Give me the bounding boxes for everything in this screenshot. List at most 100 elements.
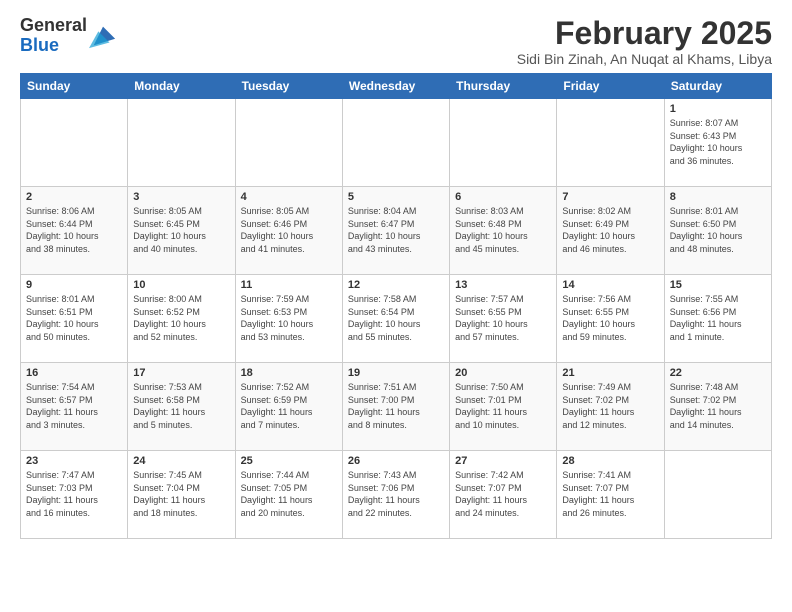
calendar-cell: 5 Sunrise: 8:04 AM Sunset: 6:47 PM Daylig… <box>342 187 449 275</box>
calendar-cell: 28 Sunrise: 7:41 AM Sunset: 7:07 PM Dayli… <box>557 451 664 539</box>
calendar-week-5: 23 Sunrise: 7:47 AM Sunset: 7:03 PM Dayli… <box>21 451 772 539</box>
day-info: Sunrise: 7:55 AM Sunset: 6:56 PM Dayligh… <box>670 293 766 343</box>
day-number: 13 <box>455 279 551 291</box>
day-info: Sunrise: 8:04 AM Sunset: 6:47 PM Dayligh… <box>348 205 444 255</box>
col-header-thursday: Thursday <box>450 74 557 99</box>
calendar-cell: 14 Sunrise: 7:56 AM Sunset: 6:55 PM Dayli… <box>557 275 664 363</box>
calendar-cell: 20 Sunrise: 7:50 AM Sunset: 7:01 PM Dayli… <box>450 363 557 451</box>
calendar-cell: 1 Sunrise: 8:07 AM Sunset: 6:43 PM Daylig… <box>664 99 771 187</box>
day-number: 26 <box>348 455 444 467</box>
calendar-cell: 18 Sunrise: 7:52 AM Sunset: 6:59 PM Dayli… <box>235 363 342 451</box>
day-number: 3 <box>133 191 229 203</box>
calendar-cell <box>342 99 449 187</box>
day-info: Sunrise: 7:45 AM Sunset: 7:04 PM Dayligh… <box>133 469 229 519</box>
day-info: Sunrise: 7:54 AM Sunset: 6:57 PM Dayligh… <box>26 381 122 431</box>
calendar-cell: 8 Sunrise: 8:01 AM Sunset: 6:50 PM Daylig… <box>664 187 771 275</box>
calendar-cell: 2 Sunrise: 8:06 AM Sunset: 6:44 PM Daylig… <box>21 187 128 275</box>
day-number: 5 <box>348 191 444 203</box>
calendar-cell <box>128 99 235 187</box>
col-header-wednesday: Wednesday <box>342 74 449 99</box>
calendar-cell: 17 Sunrise: 7:53 AM Sunset: 6:58 PM Dayli… <box>128 363 235 451</box>
day-number: 10 <box>133 279 229 291</box>
calendar-cell: 24 Sunrise: 7:45 AM Sunset: 7:04 PM Dayli… <box>128 451 235 539</box>
calendar-cell: 26 Sunrise: 7:43 AM Sunset: 7:06 PM Dayli… <box>342 451 449 539</box>
calendar-cell <box>450 99 557 187</box>
day-number: 4 <box>241 191 337 203</box>
calendar-cell: 9 Sunrise: 8:01 AM Sunset: 6:51 PM Daylig… <box>21 275 128 363</box>
calendar-week-1: 1 Sunrise: 8:07 AM Sunset: 6:43 PM Daylig… <box>21 99 772 187</box>
day-number: 6 <box>455 191 551 203</box>
day-number: 9 <box>26 279 122 291</box>
calendar-cell: 23 Sunrise: 7:47 AM Sunset: 7:03 PM Dayli… <box>21 451 128 539</box>
calendar-cell: 12Sunrise: 7:58 AM Sunset: 6:54 PM Dayli… <box>342 275 449 363</box>
day-number: 17 <box>133 367 229 379</box>
calendar-header-row: SundayMondayTuesdayWednesdayThursdayFrid… <box>21 74 772 99</box>
day-number: 8 <box>670 191 766 203</box>
day-info: Sunrise: 7:57 AM Sunset: 6:55 PM Dayligh… <box>455 293 551 343</box>
calendar-cell: 15 Sunrise: 7:55 AM Sunset: 6:56 PM Dayli… <box>664 275 771 363</box>
calendar-week-3: 9 Sunrise: 8:01 AM Sunset: 6:51 PM Daylig… <box>21 275 772 363</box>
col-header-sunday: Sunday <box>21 74 128 99</box>
day-number: 18 <box>241 367 337 379</box>
calendar-cell: 4 Sunrise: 8:05 AM Sunset: 6:46 PM Daylig… <box>235 187 342 275</box>
day-number: 7 <box>562 191 658 203</box>
day-number: 2 <box>26 191 122 203</box>
day-info: Sunrise: 8:05 AM Sunset: 6:46 PM Dayligh… <box>241 205 337 255</box>
day-info: Sunrise: 7:48 AM Sunset: 7:02 PM Dayligh… <box>670 381 766 431</box>
day-info: Sunrise: 8:00 AM Sunset: 6:52 PM Dayligh… <box>133 293 229 343</box>
calendar-cell: 6Sunrise: 8:03 AM Sunset: 6:48 PM Daylig… <box>450 187 557 275</box>
calendar-cell: 22Sunrise: 7:48 AM Sunset: 7:02 PM Dayli… <box>664 363 771 451</box>
calendar-cell <box>557 99 664 187</box>
day-info: Sunrise: 8:06 AM Sunset: 6:44 PM Dayligh… <box>26 205 122 255</box>
calendar-week-4: 16 Sunrise: 7:54 AM Sunset: 6:57 PM Dayli… <box>21 363 772 451</box>
header: General Blue February 2025 Sidi Bin Zina… <box>20 16 772 67</box>
day-number: 14 <box>562 279 658 291</box>
logo-blue: Blue <box>20 35 59 55</box>
calendar-cell: 27 Sunrise: 7:42 AM Sunset: 7:07 PM Dayli… <box>450 451 557 539</box>
day-number: 28 <box>562 455 658 467</box>
day-info: Sunrise: 8:02 AM Sunset: 6:49 PM Dayligh… <box>562 205 658 255</box>
day-number: 11 <box>241 279 337 291</box>
calendar-cell: 16 Sunrise: 7:54 AM Sunset: 6:57 PM Dayli… <box>21 363 128 451</box>
day-info: Sunrise: 7:41 AM Sunset: 7:07 PM Dayligh… <box>562 469 658 519</box>
day-info: Sunrise: 7:52 AM Sunset: 6:59 PM Dayligh… <box>241 381 337 431</box>
day-number: 16 <box>26 367 122 379</box>
day-info: Sunrise: 8:01 AM Sunset: 6:50 PM Dayligh… <box>670 205 766 255</box>
day-number: 24 <box>133 455 229 467</box>
calendar-cell <box>664 451 771 539</box>
calendar-cell: 11 Sunrise: 7:59 AM Sunset: 6:53 PM Dayli… <box>235 275 342 363</box>
day-info: Sunrise: 7:47 AM Sunset: 7:03 PM Dayligh… <box>26 469 122 519</box>
day-info: Sunrise: 8:01 AM Sunset: 6:51 PM Dayligh… <box>26 293 122 343</box>
day-info: Sunrise: 7:53 AM Sunset: 6:58 PM Dayligh… <box>133 381 229 431</box>
day-number: 15 <box>670 279 766 291</box>
col-header-friday: Friday <box>557 74 664 99</box>
day-info: Sunrise: 7:50 AM Sunset: 7:01 PM Dayligh… <box>455 381 551 431</box>
day-info: Sunrise: 7:56 AM Sunset: 6:55 PM Dayligh… <box>562 293 658 343</box>
calendar-cell: 21Sunrise: 7:49 AM Sunset: 7:02 PM Dayli… <box>557 363 664 451</box>
day-number: 12 <box>348 279 444 291</box>
calendar-cell <box>21 99 128 187</box>
logo-icon <box>89 22 117 50</box>
calendar-cell: 10 Sunrise: 8:00 AM Sunset: 6:52 PM Dayli… <box>128 275 235 363</box>
col-header-saturday: Saturday <box>664 74 771 99</box>
page: General Blue February 2025 Sidi Bin Zina… <box>0 0 792 612</box>
day-info: Sunrise: 7:42 AM Sunset: 7:07 PM Dayligh… <box>455 469 551 519</box>
calendar-cell: 7 Sunrise: 8:02 AM Sunset: 6:49 PM Daylig… <box>557 187 664 275</box>
calendar-cell: 25Sunrise: 7:44 AM Sunset: 7:05 PM Dayli… <box>235 451 342 539</box>
day-number: 1 <box>670 103 766 115</box>
calendar-cell: 19Sunrise: 7:51 AM Sunset: 7:00 PM Dayli… <box>342 363 449 451</box>
day-number: 25 <box>241 455 337 467</box>
day-number: 20 <box>455 367 551 379</box>
day-info: Sunrise: 7:59 AM Sunset: 6:53 PM Dayligh… <box>241 293 337 343</box>
logo: General Blue <box>20 16 117 56</box>
day-number: 19 <box>348 367 444 379</box>
calendar-cell: 13 Sunrise: 7:57 AM Sunset: 6:55 PM Dayli… <box>450 275 557 363</box>
calendar-week-2: 2 Sunrise: 8:06 AM Sunset: 6:44 PM Daylig… <box>21 187 772 275</box>
day-number: 21 <box>562 367 658 379</box>
calendar-cell <box>235 99 342 187</box>
col-header-tuesday: Tuesday <box>235 74 342 99</box>
day-number: 23 <box>26 455 122 467</box>
day-number: 27 <box>455 455 551 467</box>
day-info: Sunrise: 7:43 AM Sunset: 7:06 PM Dayligh… <box>348 469 444 519</box>
day-info: Sunrise: 8:07 AM Sunset: 6:43 PM Dayligh… <box>670 117 766 167</box>
